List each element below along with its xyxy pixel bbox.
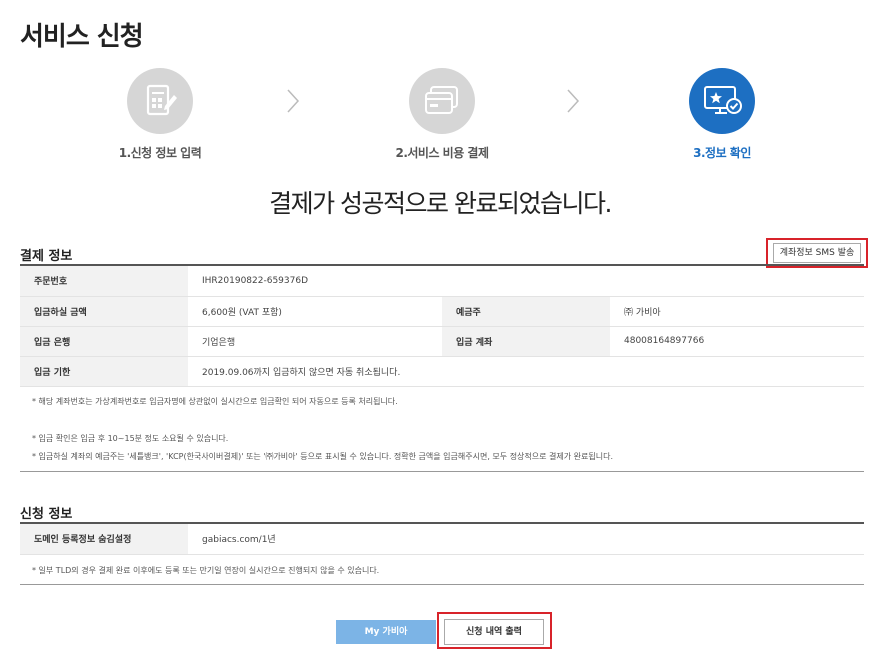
- page-title: 서비스 신청: [20, 22, 144, 52]
- payment-info-table: 주문번호 IHR20190822-659376D 입금하실 금액 6,600원 …: [20, 266, 864, 387]
- chevron-right-icon: [286, 88, 300, 118]
- payment-section-bottom-border: [20, 471, 864, 472]
- amount-label: 입금하실 금액: [20, 296, 188, 327]
- application-note: * 일부 TLD의 경우 결제 완료 이후에도 등록 또는 만기일 연장이 실시…: [32, 566, 380, 575]
- step-2: 2.서비스 비용 결제: [342, 68, 542, 161]
- payment-cards-icon: [409, 68, 475, 134]
- depositor-value: ㈜ 가비아: [610, 296, 864, 327]
- step-2-label: 2.서비스 비용 결제: [395, 146, 489, 160]
- payment-section-title: 결제 정보: [20, 249, 73, 264]
- form-edit-icon: [127, 68, 193, 134]
- account-value: 48008164897766: [610, 326, 864, 357]
- my-gabia-button[interactable]: My 가비아: [336, 620, 436, 644]
- account-label: 입금 계좌: [442, 326, 610, 357]
- deadline-value: 2019.09.06까지 입금하지 않으면 자동 취소됩니다.: [188, 356, 864, 387]
- table-row: 입금하실 금액 6,600원 (VAT 포함) 예금주 ㈜ 가비아: [20, 296, 864, 327]
- monitor-check-icon: [689, 68, 755, 134]
- domain-setting-label: 도메인 등록정보 숨김설정: [20, 524, 188, 555]
- domain-setting-value: gabiacs.com/1년: [188, 524, 864, 555]
- order-no-label: 주문번호: [20, 266, 188, 297]
- table-row: 입금 은행 기업은행 입금 계좌 48008164897766: [20, 326, 864, 357]
- application-section-bottom-border: [20, 584, 864, 585]
- table-row: 입금 기한 2019.09.06까지 입금하지 않으면 자동 취소됩니다.: [20, 356, 864, 387]
- table-row: 주문번호 IHR20190822-659376D: [20, 266, 864, 297]
- application-info-table: 도메인 등록정보 숨김설정 gabiacs.com/1년: [20, 524, 864, 555]
- table-row: 도메인 등록정보 숨김설정 gabiacs.com/1년: [20, 524, 864, 555]
- step-1: 1.신청 정보 입력: [60, 68, 260, 161]
- payment-note-1: * 해당 계좌번호는 가상계좌번호로 입금자명에 상관없이 실시간으로 입금확인…: [32, 397, 398, 406]
- application-section-title: 신청 정보: [20, 507, 73, 522]
- step-3: 3.정보 확인: [622, 68, 822, 161]
- bank-value: 기업은행: [188, 326, 442, 357]
- highlight-box: [437, 612, 552, 649]
- progress-steps: 1.신청 정보 입력 2.서비스 비용 결제 3.정보 확인: [0, 68, 880, 168]
- step-1-label: 1.신청 정보 입력: [118, 146, 202, 160]
- amount-value: 6,600원 (VAT 포함): [188, 296, 442, 327]
- depositor-label: 예금주: [442, 296, 610, 327]
- payment-note-3: * 입금하실 계좌의 예금주는 '세틀뱅크', 'KCP(한국사이버결제)' 또…: [32, 452, 613, 461]
- chevron-right-icon: [566, 88, 580, 118]
- bank-label: 입금 은행: [20, 326, 188, 357]
- deadline-label: 입금 기한: [20, 356, 188, 387]
- step-3-label: 3.정보 확인: [693, 146, 751, 160]
- success-message: 결제가 성공적으로 완료되었습니다.: [269, 189, 612, 218]
- payment-note-2: * 입금 확인은 입금 후 10~15분 정도 소요될 수 있습니다.: [32, 434, 229, 443]
- order-no-value: IHR20190822-659376D: [188, 266, 864, 297]
